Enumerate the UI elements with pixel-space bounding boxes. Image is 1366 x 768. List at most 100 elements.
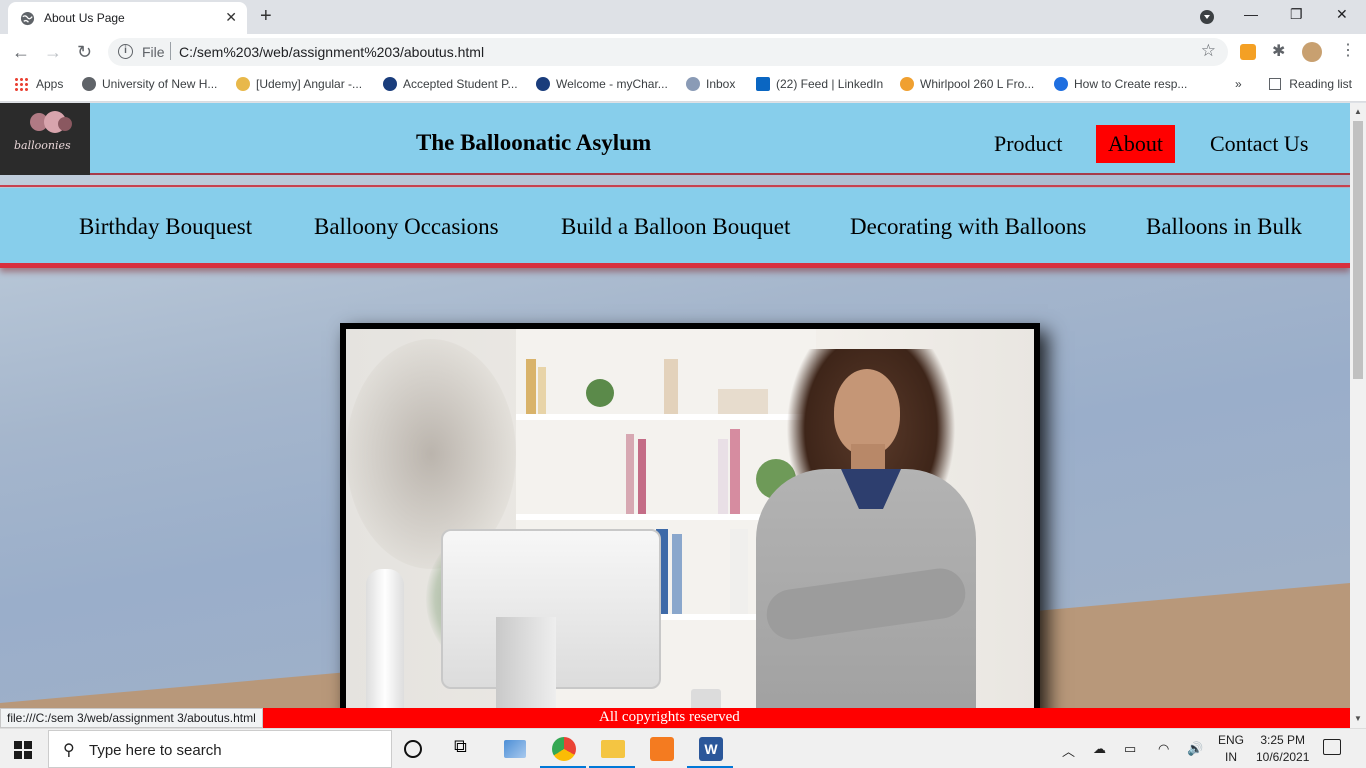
omnibox-separator (170, 42, 171, 60)
volume-icon[interactable]: 🔊 (1187, 741, 1203, 757)
plant-pot (586, 379, 614, 407)
book (626, 434, 634, 514)
bookmarks-bar: Apps University of New H... [Udemy] Angu… (0, 70, 1366, 102)
white-vase (366, 569, 404, 708)
minimize-icon[interactable]: — (1244, 6, 1258, 22)
reading-list-button[interactable]: Reading list (1269, 77, 1352, 91)
bookmark-item[interactable]: University of New H... (82, 77, 217, 91)
extension-icon[interactable] (1240, 44, 1256, 60)
subnav-birthday-bouquest[interactable]: Birthday Bouquest (79, 214, 252, 240)
close-icon[interactable]: ✕ (225, 9, 237, 26)
reading-list-icon (1269, 78, 1282, 90)
clock-time: 3:25 PM (1260, 733, 1306, 747)
mail-icon (686, 77, 700, 91)
menu-kebab-icon[interactable]: ⋮ (1340, 40, 1356, 60)
nav-product[interactable]: Product (982, 125, 1074, 163)
book (664, 359, 678, 414)
tab-title: About Us Page (44, 11, 125, 25)
nav-about[interactable]: About (1096, 125, 1175, 163)
reading-list-label: Reading list (1289, 77, 1352, 91)
notifications-icon[interactable] (1323, 739, 1341, 755)
cortana-icon[interactable] (404, 740, 422, 758)
link-status-bubble: file:///C:/sem 3/web/assignment 3/aboutu… (0, 708, 263, 728)
bookmark-item[interactable]: Whirlpool 260 L Fro... (900, 77, 1034, 91)
chevron-up-icon[interactable]: ︿ (1062, 741, 1075, 760)
url-text[interactable]: C:/sem%203/web/assignment%203/aboutus.ht… (179, 44, 484, 60)
subnav-decorating[interactable]: Decorating with Balloons (850, 214, 1086, 240)
language-indicator[interactable]: ENG IN (1218, 732, 1244, 766)
scroll-up-icon[interactable]: ▲ (1354, 107, 1362, 116)
apps-grid-icon (14, 77, 28, 91)
task-view-icon[interactable]: ⧉ (454, 736, 478, 760)
clock-date: 10/6/2021 (1256, 750, 1310, 764)
bookmark-label: Apps (36, 77, 64, 91)
puzzle-icon[interactable]: ✱ (1272, 41, 1285, 61)
book (718, 389, 768, 414)
info-icon[interactable]: i (118, 44, 133, 59)
university-icon (536, 77, 550, 91)
tab-search-icon[interactable] (1200, 10, 1214, 24)
site-logo[interactable]: balloonies (0, 103, 90, 175)
bookmark-label: Whirlpool 260 L Fro... (920, 77, 1035, 91)
bookmarks-overflow-icon[interactable]: » (1235, 77, 1242, 91)
globe-icon (20, 11, 35, 26)
taskbar-clock[interactable]: 3:25 PM 10/6/2021 (1256, 732, 1309, 766)
wifi-icon[interactable]: ◠ (1158, 741, 1169, 757)
word-icon[interactable]: W (699, 737, 723, 761)
window-close-icon[interactable]: ✕ (1336, 6, 1348, 23)
bookmark-apps[interactable]: Apps (14, 77, 63, 91)
restore-icon[interactable]: ❐ (1290, 6, 1303, 23)
logo-text: balloonies (14, 139, 71, 152)
bookmark-label: Inbox (706, 77, 736, 91)
browser-tab[interactable]: About Us Page ✕ (8, 2, 247, 34)
forward-arrow-icon[interactable]: → (44, 42, 62, 63)
nav-contact-us[interactable]: Contact Us (1198, 125, 1320, 163)
scroll-down-icon[interactable]: ▼ (1354, 714, 1362, 723)
subnav-balloony-occasions[interactable]: Balloony Occasions (314, 214, 499, 240)
book (526, 359, 536, 414)
linkedin-icon (756, 77, 770, 91)
address-bar[interactable]: i File C:/sem%203/web/assignment%203/abo… (108, 38, 1228, 66)
category-nav: Birthday Bouquest Balloony Occasions Bui… (0, 188, 1350, 268)
windows-start-icon[interactable] (14, 741, 32, 759)
book (672, 534, 682, 614)
reload-icon[interactable]: ↻ (77, 42, 92, 63)
bookmark-item[interactable]: Welcome - myChar... (536, 77, 668, 91)
udemy-icon (236, 77, 250, 91)
about-hero-image-frame (340, 323, 1040, 708)
scrollbar-thumb[interactable] (1353, 121, 1363, 379)
bookmark-item[interactable]: How to Create resp... (1054, 77, 1187, 91)
subnav-balloons-in-bulk[interactable]: Balloons in Bulk (1146, 214, 1302, 240)
taskbar-search-box[interactable]: ⚲ Type here to search (48, 730, 392, 768)
file-explorer-icon[interactable] (601, 740, 625, 758)
new-tab-button[interactable]: + (260, 5, 272, 28)
page-viewport: balloonies The Balloonatic Asylum Produc… (0, 103, 1350, 708)
globe-icon (82, 77, 96, 91)
pen-cup (691, 689, 721, 708)
site-title: The Balloonatic Asylum (416, 130, 652, 155)
battery-icon[interactable]: ▭ (1124, 741, 1136, 757)
profile-avatar[interactable] (1302, 42, 1322, 62)
subnav-build-bouquet[interactable]: Build a Balloon Bouquet (561, 214, 790, 240)
browser-toolbar: ← → ↻ i File C:/sem%203/web/assignment%2… (0, 34, 1366, 70)
bookmark-label: [Udemy] Angular -... (256, 77, 363, 91)
browser-tab-strip: About Us Page ✕ + — ❐ ✕ (0, 0, 1366, 34)
page-scrollbar[interactable]: ▲ ▼ (1350, 103, 1366, 728)
bookmark-item[interactable]: Inbox (686, 77, 735, 91)
amazon-icon (900, 77, 914, 91)
bookmark-label: University of New H... (102, 77, 218, 91)
bookmark-item[interactable]: (22) Feed | LinkedIn (756, 77, 883, 91)
bookmark-item[interactable]: [Udemy] Angular -... (236, 77, 362, 91)
edge-icon (1054, 77, 1068, 91)
bookmark-label: Welcome - myChar... (556, 77, 668, 91)
book (730, 429, 740, 514)
xampp-icon[interactable] (650, 737, 674, 761)
bookmark-item[interactable]: Accepted Student P... (383, 77, 518, 91)
back-arrow-icon[interactable]: ← (12, 42, 30, 63)
url-scheme-label: File (142, 44, 165, 60)
desktop-app-icon[interactable] (504, 740, 526, 758)
site-header: balloonies The Balloonatic Asylum Produc… (0, 103, 1350, 175)
bookmark-star-icon[interactable]: ☆ (1201, 41, 1216, 61)
chrome-icon[interactable] (552, 737, 576, 761)
onedrive-icon[interactable]: ☁ (1093, 741, 1106, 757)
